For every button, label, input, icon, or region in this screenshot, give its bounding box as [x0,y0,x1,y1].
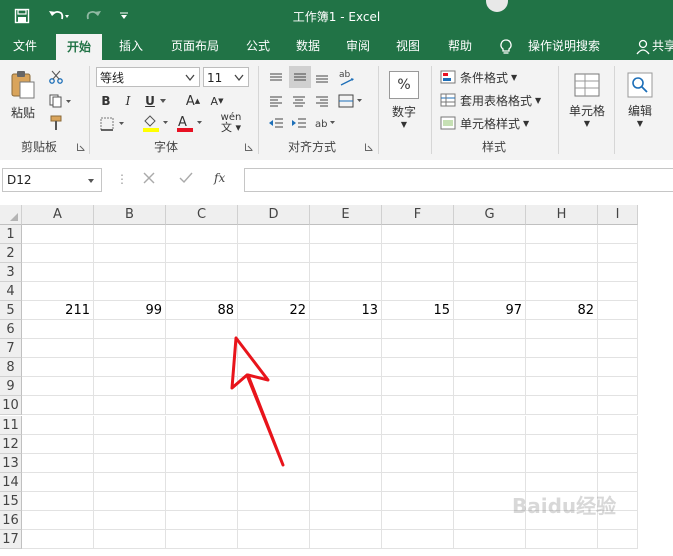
cell-styles-button[interactable]: 单元格样式 ▼ [440,114,550,132]
paste-button[interactable]: 粘贴 [6,66,40,124]
tab-file[interactable]: 文件 [4,32,46,60]
cell-styles-label: 单元格样式 [460,116,521,131]
paste-icon [11,70,35,98]
chevron-down-icon [234,74,244,82]
divider [378,66,379,154]
paste-label: 粘贴 [10,105,35,120]
alignment-group-label: 对齐方式 [287,140,336,154]
divider [258,66,259,154]
format-as-table-button[interactable]: 套用表格格式 ▼ [440,91,556,109]
ribbon-tabs: 文件 开始 插入 页面布局 公式 数据 审阅 视图 帮助 操作说明搜索 共享 [0,32,673,60]
cells-label: 单元格 [568,104,605,118]
fill-color-icon[interactable] [140,112,172,134]
font-group-label: 字体 [153,140,178,154]
formula-bar: D12 ⋮ fx [0,160,673,204]
font-color-icon[interactable]: A [174,112,206,134]
conditional-formatting-button[interactable]: 条件格式 ▼ [440,68,550,86]
svg-text:A: A [178,115,187,130]
copy-icon[interactable] [46,92,76,110]
number-format-button[interactable]: % 数字 ▼ [384,66,424,134]
font-name-value: 等线 [100,71,125,85]
search-icon [627,72,653,98]
watermark-logo: Baidu经验 [512,494,617,518]
underline-button[interactable]: U [142,92,170,110]
font-size-combo[interactable]: 11 [203,67,249,87]
align-center-icon[interactable] [289,92,309,110]
cancel-icon[interactable] [142,171,160,189]
dialog-launcher-icon[interactable] [76,142,86,152]
cut-icon[interactable] [46,68,66,86]
tab-review[interactable]: 审阅 [338,32,378,60]
formula-input[interactable] [244,168,673,192]
enter-icon[interactable] [178,171,196,189]
lightbulb-icon[interactable] [496,32,516,60]
styles-group-label: 样式 [481,140,506,154]
align-left-icon[interactable] [266,92,286,110]
format-as-table-label: 套用表格格式 [460,93,533,108]
table-icon [440,93,456,107]
name-box[interactable]: D12 [2,168,102,192]
dialog-launcher-icon[interactable] [244,142,254,152]
borders-icon[interactable] [98,114,128,134]
tell-me-search[interactable]: 操作说明搜索 [520,32,608,60]
window-title: 工作簿1 - Excel [292,10,381,24]
align-top-icon[interactable] [266,68,286,88]
orientation-icon[interactable]: ab [336,66,358,90]
align-right-icon[interactable] [312,92,332,110]
bold-button[interactable]: B [98,92,114,110]
share-button[interactable]: 共享 [652,32,673,60]
tab-formulas[interactable]: 公式 [238,32,278,60]
worksheet-grid[interactable]: ABCDEFGHI 1 2 3 4 5 6 7 8 9 10 11 12 13 14 15 16 17 211 9… [0,205,673,556]
cell-styles-icon [440,116,456,130]
clipboard-group-label: 剪贴板 [20,140,57,154]
chevron-down-icon [185,74,195,82]
formula-bar-grip: ⋮ [116,172,128,186]
align-middle-icon[interactable] [289,66,311,88]
user-icon[interactable] [634,32,652,60]
tab-view[interactable]: 视图 [388,32,428,60]
increase-indent-icon[interactable] [289,114,309,132]
svg-text:ab: ab [315,119,327,130]
divider [431,66,432,154]
svg-text:ab: ab [339,70,351,80]
increase-font-icon[interactable]: A ▲ [184,92,202,110]
tab-help[interactable]: 帮助 [440,32,480,60]
wrap-text-icon[interactable] [336,92,366,110]
font-name-combo[interactable]: 等线 [96,67,200,87]
decrease-indent-icon[interactable] [266,114,286,132]
divider [614,66,615,154]
divider [558,66,559,154]
chevron-down-icon [88,179,94,183]
tab-data[interactable]: 数据 [288,32,328,60]
conditional-format-label: 条件格式 [460,70,509,85]
insert-function-icon[interactable]: fx [214,171,225,185]
cells-icon [574,73,600,97]
phonetic-guide-button[interactable]: wén 文 ▾ [214,112,248,134]
decrease-font-icon[interactable]: A ▼ [208,92,226,110]
conditional-format-icon [440,70,456,84]
tab-insert[interactable]: 插入 [110,32,152,60]
format-painter-icon[interactable] [46,114,66,132]
divider [89,66,90,154]
cells-button[interactable]: 单元格 ▼ [562,66,612,134]
tab-page-layout[interactable]: 页面布局 [162,32,228,60]
text-direction-icon[interactable]: ab [312,114,338,132]
font-size-value: 11 [207,71,223,85]
editing-label: 编辑 [627,104,652,118]
editing-button[interactable]: 编辑 ▼ [618,66,662,134]
title-bar: 工作簿1 - Excel [0,0,673,32]
number-label: 数字 [391,105,416,119]
align-bottom-icon[interactable] [312,68,332,88]
dialog-launcher-icon[interactable] [364,142,374,152]
name-box-value: D12 [7,173,32,187]
tab-home[interactable]: 开始 [56,34,102,60]
percent-icon: % [389,71,419,99]
italic-button[interactable]: I [120,92,136,110]
ribbon: 粘贴 剪贴板 等线 11 B I U A▲ A▼ A wén 文 ▾ 字体 [0,60,673,161]
